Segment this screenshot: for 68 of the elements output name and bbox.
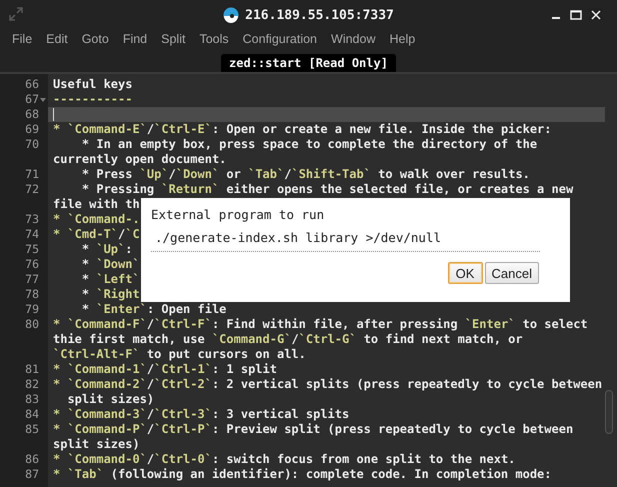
code-line: * `Command-P`/`Ctrl-P`: Preview split (press repeatedly to cycle between (53, 422, 574, 436)
dialog-button[interactable]: OK (448, 262, 483, 284)
line-number: 87 (25, 467, 39, 482)
code-line: * Press `Up`/`Down` or `Tab`/`Shift-Tab` to walk over results. (80, 167, 530, 181)
code-line: currently open document. (53, 152, 226, 166)
menu-item[interactable]: Help (389, 32, 416, 46)
line-number: 79 (25, 302, 39, 317)
line-number: 85 (25, 422, 39, 437)
line-number: 73 (25, 212, 39, 227)
file-tab[interactable]: zed::start [Read Only] (221, 54, 396, 72)
line-number: 80 (25, 317, 39, 332)
menu-item[interactable]: Window (331, 32, 376, 46)
close-icon[interactable] (591, 10, 601, 20)
text-cursor (53, 108, 54, 122)
code-line: ----------- (53, 92, 132, 106)
line-number: 76 (25, 257, 39, 272)
line-number: 78 (25, 287, 39, 302)
code-line: * `Command-E`/`Ctrl-E`: Open or create a new file. Inside the picker: (53, 122, 552, 136)
menu-item[interactable]: Configuration (242, 32, 318, 46)
code-line: * Pressing `Return` either opens the selected file, or creates a new (80, 182, 574, 196)
maximize-icon[interactable] (570, 10, 582, 20)
line-number: 74 (25, 227, 39, 242)
code-line: file with th (53, 197, 140, 211)
code-line: * `Tab` (following an identifier): complete code. In completion mode: (53, 467, 552, 481)
code-line: * `Right (80, 287, 140, 301)
menu-item[interactable]: File (12, 32, 32, 46)
line-number: 70 (25, 137, 39, 152)
logo-icon (223, 7, 240, 23)
line-number: 68 (25, 107, 39, 122)
line-number: 66 (25, 77, 39, 92)
menu-item[interactable]: Split (161, 32, 186, 46)
line-number: 86 (25, 452, 39, 467)
code-line: thie first match, use `Command-G`/`Ctrl-G` to find next match, or (53, 332, 523, 346)
line-number: 69 (25, 122, 39, 137)
code-line: * `Command-3`/`Ctrl-3`: 3 vertical splits (53, 407, 350, 421)
code-line: * `Command-0`/`Ctrl-0`: switch focus from one split to the next. (53, 452, 516, 466)
line-number: 84 (25, 407, 39, 422)
code-line: * `Command-1`/`Ctrl-1`: 1 split (53, 362, 277, 376)
code-line: * `Up`: (80, 242, 132, 256)
line-number: 67 (25, 92, 39, 107)
menu-item[interactable]: Edit (46, 32, 68, 46)
code-line: * `Command-. (53, 212, 140, 226)
line-number: 71 (25, 167, 39, 182)
window-title: 216.189.55.105:7337 (245, 8, 394, 22)
code-line: * In an empty box, press space to complete the directory of the (80, 137, 538, 151)
line-number: 82 (25, 377, 39, 392)
dialog-title: External program to run (151, 207, 326, 222)
line-number: 83 (25, 392, 39, 407)
fold-icon[interactable] (40, 98, 46, 102)
line-number: 72 (25, 182, 39, 197)
code-line: split sizes) (53, 437, 140, 451)
line-number: 77 (25, 272, 39, 287)
code-line: Useful keys (53, 77, 132, 91)
line-number: 75 (25, 242, 39, 257)
code-line: `Ctrl-Alt-F` to put cursors on all. (53, 347, 306, 361)
code-line: * `Command-2`/`Ctrl-2`: 2 vertical splits (press repeatedly to cycle between (53, 377, 602, 391)
code-line: * `Cmd-T`/`C (53, 227, 140, 241)
menu-item[interactable]: Goto (82, 32, 109, 46)
scrollbar-thumb[interactable] (605, 390, 613, 434)
code-line: * `Command-F`/`Ctrl-F`: Find within file, after pressing `Enter` to select (53, 317, 588, 331)
code-line: * `Enter`: Open file (80, 302, 226, 316)
menu-item[interactable]: Tools (199, 32, 229, 46)
menu-item[interactable]: Find (122, 32, 148, 46)
code-line: * `Left` (80, 272, 140, 286)
dialog-button[interactable]: Cancel (484, 262, 539, 284)
code-line: split sizes) (66, 392, 154, 406)
code-line: * `Down` (80, 257, 140, 271)
line-number: 81 (25, 362, 39, 377)
